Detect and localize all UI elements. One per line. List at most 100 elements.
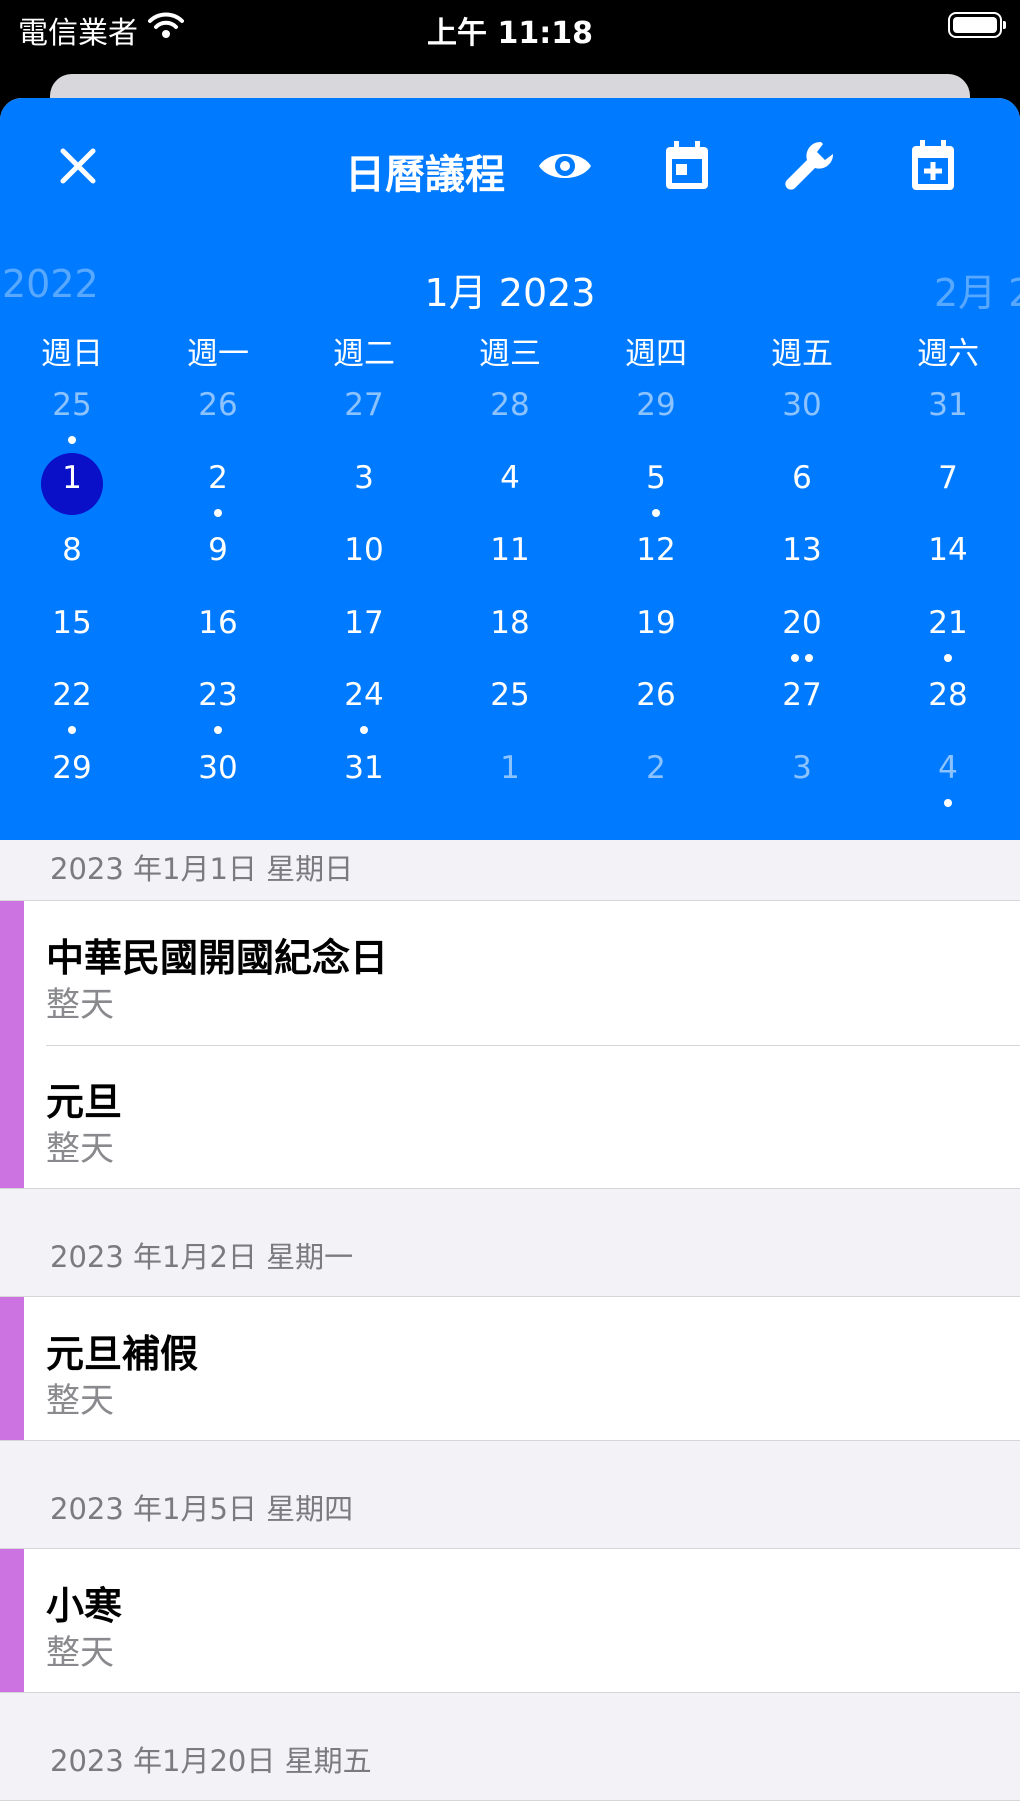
calendar-day[interactable]: 27 [291,376,437,448]
calendar-day[interactable]: 16 [145,594,291,666]
event-indicator [875,653,1020,662]
calendar-day[interactable]: 9 [145,521,291,593]
calendar-day[interactable]: 29 [0,739,145,811]
today-button[interactable] [655,134,719,198]
event-row[interactable]: 小寒 整天 [46,1549,1020,1693]
calendar-day[interactable]: 2 [583,739,729,811]
day-number: 26 [636,677,676,714]
calendar-day[interactable]: 5 [583,449,729,521]
event-title: 小寒 [46,1584,123,1628]
event-row[interactable]: 元旦 整天 [46,1045,1020,1189]
calendar-day[interactable]: 30 [145,739,291,811]
calendar-today-icon [666,141,708,189]
calendar-day[interactable]: 18 [437,594,583,666]
day-number: 30 [198,750,238,786]
calendar-day[interactable]: 7 [875,449,1020,521]
event-row[interactable]: 元旦補假 整天 [46,1297,1020,1441]
calendar-day[interactable]: 22 [0,666,145,738]
calendar-day[interactable]: 14 [875,521,1020,593]
calendar-day[interactable]: 12 [583,521,729,593]
calendar-day[interactable]: 19 [583,594,729,666]
weekday-label: 週二 [333,336,395,372]
day-number: 10 [344,532,384,569]
date-section-header: 2023 年1月20日 星期五 [50,1744,372,1778]
date-section-header: 2023 年1月2日 星期一 [50,1240,354,1274]
calendar-day[interactable]: 25 [0,376,145,448]
day-number: 29 [52,750,92,786]
day-number: 28 [928,677,968,714]
day-number: 25 [490,677,530,714]
wrench-icon [785,141,834,190]
calendar-day[interactable]: 3 [291,449,437,521]
settings-button[interactable] [777,134,841,198]
calendar-day[interactable]: 30 [729,376,875,448]
close-icon [60,148,96,184]
agenda-sheet: 日曆議程 2022 1月 2023 2月 週日 週一 週二 週三 週四 週五 週… [0,98,1020,1813]
calendar-day[interactable]: 2 [145,449,291,521]
day-number: 7 [938,459,958,496]
day-number: 18 [490,604,530,641]
event-time: 整天 [46,1381,114,1421]
day-number: 13 [782,532,822,569]
visibility-button[interactable] [533,134,597,198]
calendar-day[interactable]: 4 [875,739,1020,811]
day-number: 23 [198,677,238,714]
close-button[interactable] [46,134,110,198]
day-number: 24 [344,677,384,714]
calendar-day[interactable]: 27 [729,666,875,738]
calendar-day[interactable]: 13 [729,521,875,593]
calendar-day[interactable]: 29 [583,376,729,448]
battery-icon [948,12,1006,38]
weekday-label: 週三 [479,336,541,372]
calendar-day[interactable]: 28 [437,376,583,448]
event-title: 元旦 [46,1080,123,1124]
day-number: 6 [792,459,812,496]
calendar-day[interactable]: 6 [729,449,875,521]
day-number: 27 [782,677,822,714]
calendar-day[interactable]: 8 [0,521,145,593]
calendar-day[interactable]: 25 [437,666,583,738]
calendar-day[interactable]: 26 [145,376,291,448]
event-indicator [875,799,1020,807]
day-number: 2 [646,750,666,786]
calendar-day[interactable]: 28 [875,666,1020,738]
month-calendar: 2022 1月 2023 2月 2 週日週一週二週三週四週五週六 2526272… [0,236,1020,840]
day-number: 8 [62,532,82,569]
add-event-button[interactable] [901,134,965,198]
weekday-label: 週一 [187,336,249,372]
calendar-day[interactable]: 4 [437,449,583,521]
weekday-header: 週日 週一 週二 週三 週四 週五 週六 [0,328,1020,374]
calendar-day[interactable]: 17 [291,594,437,666]
next-month-label[interactable]: 2月 2 [934,262,1020,317]
calendar-day[interactable]: 26 [583,666,729,738]
calendar-day[interactable]: 31 [291,739,437,811]
calendar-day[interactable]: 23 [145,666,291,738]
weekday-label: 週日 [41,336,103,372]
event-dot [805,653,813,662]
calendar-day[interactable]: 10 [291,521,437,593]
calendar-day[interactable]: 31 [875,376,1020,448]
day-number: 26 [198,387,238,423]
day-number: 25 [52,387,92,423]
calendar-day[interactable]: 21 [875,594,1020,666]
calendar-day[interactable]: 3 [729,739,875,811]
day-number: 11 [490,532,530,569]
calendar-day[interactable]: 20 [729,594,875,666]
event-indicator [583,508,729,517]
day-number: 4 [938,750,958,786]
calendar-day[interactable]: 1 [437,739,583,811]
calendar-day[interactable]: 11 [437,521,583,593]
day-number: 4 [500,459,520,496]
calendar-day[interactable]: 15 [0,594,145,666]
calendar-day[interactable]: 24 [291,666,437,738]
day-number: 31 [344,750,384,786]
event-group: 中華民國開國紀念日 整天 元旦 整天 [0,900,1020,1189]
day-number: 2 [208,459,228,496]
nav-header: 日曆議程 [0,98,1020,237]
calendar-day[interactable]: 1 [0,449,145,521]
calendar-add-icon [912,140,954,190]
day-number: 21 [928,604,968,641]
event-dot [214,508,222,517]
event-row[interactable]: 中華民國開國紀念日 整天 [46,901,1020,1045]
day-number: 1 [62,459,82,496]
